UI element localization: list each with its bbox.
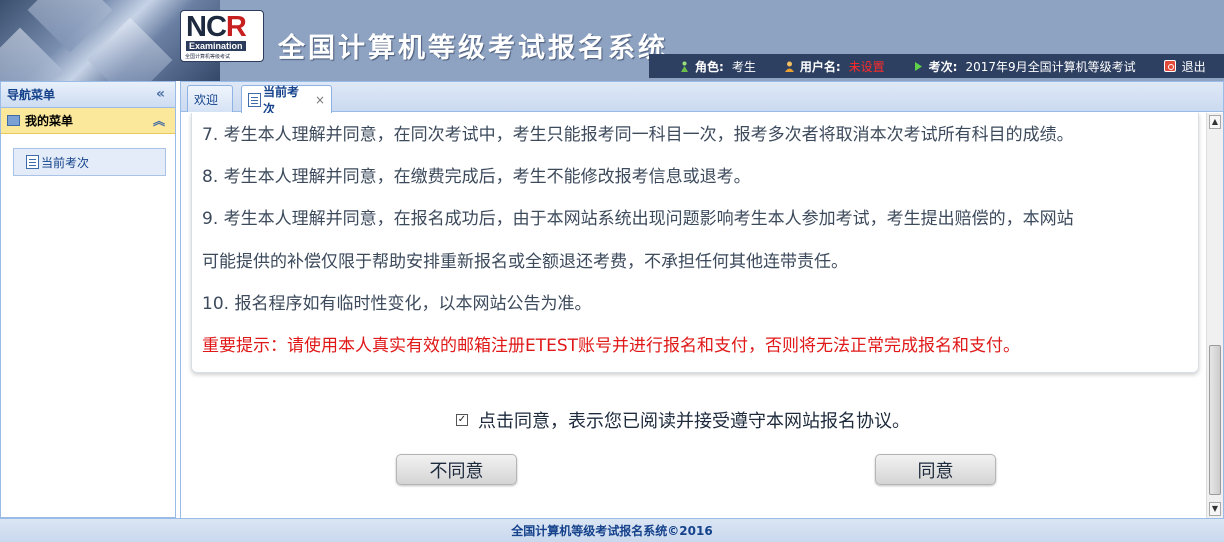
tab-label: 当前考次	[262, 84, 299, 116]
role-info: 角色: 考生	[679, 58, 756, 75]
agreement-line: 9. 考生本人理解并同意，在报名成功后，由于本网站系统出现问题影响考生本人参加考…	[202, 209, 1074, 229]
chevron-up-icon[interactable]: ︽	[153, 112, 165, 129]
nav-title: 导航菜单	[7, 88, 56, 102]
sidebar-item-current-exam[interactable]: 当前考次	[13, 148, 166, 176]
logo-text: NCR	[186, 11, 247, 43]
ncre-logo: NCR Examination 全国计算机等级考试	[180, 10, 264, 62]
role-value: 考生	[731, 59, 756, 74]
logout-label: 退出	[1181, 59, 1206, 74]
tab-strip: 欢迎 当前考次 ×	[181, 82, 1223, 116]
main-panel: 欢迎 当前考次 × 7. 考生本人理解并同意，在同次考试中，考生只能报考同一科目…	[180, 81, 1224, 518]
logout-link[interactable]: 退出	[1163, 58, 1206, 75]
user-icon	[784, 61, 794, 72]
system-title: 全国计算机等级考试报名系统	[278, 33, 668, 64]
disagree-button[interactable]: 不同意	[396, 454, 517, 485]
agreement-line: 可能提供的补偿仅限于帮助安排重新报名或全额退还考费，不承担任何其他连带责任。	[202, 252, 848, 272]
tab-current-exam[interactable]: 当前考次 ×	[241, 85, 332, 116]
agree-confirm-row: ✓ 点击同意，表示您已阅读并接受遵守本网站报名协议。	[456, 407, 910, 433]
document-icon	[26, 155, 39, 169]
content-scrollbar[interactable]: ▲ ▼	[1206, 113, 1223, 518]
app-header: NCR Examination 全国计算机等级考试 全国计算机等级考试报名系统 …	[0, 0, 1224, 81]
important-notice: 重要提示：请使用本人真实有效的邮箱注册ETEST账号并进行报名和支付，否则将无法…	[202, 336, 1021, 356]
close-icon[interactable]: ×	[315, 93, 325, 107]
document-icon	[248, 92, 261, 107]
collapse-left-icon[interactable]: «	[156, 86, 165, 102]
monitor-icon	[7, 115, 20, 126]
agreement-line: 10. 报名程序如有临时性变化，以本网站公告为准。	[202, 294, 592, 314]
nav-panel: 导航菜单 « 我的菜单 ︽ 当前考次	[0, 81, 176, 518]
exam-value: 2017年9月全国计算机等级考试	[965, 59, 1136, 74]
role-label: 角色:	[695, 59, 724, 74]
agreement-line: 8. 考生本人理解并同意，在缴费完成后，考生不能修改报考信息或退考。	[202, 167, 751, 187]
tab-label: 欢迎	[194, 92, 219, 107]
username-value: 未设置	[848, 59, 885, 74]
agree-confirm-text: 点击同意，表示您已阅读并接受遵守本网站报名协议。	[478, 411, 910, 432]
role-icon	[681, 61, 688, 72]
sidebar-item-label: 当前考次	[41, 155, 90, 170]
agreement-box: 7. 考生本人理解并同意，在同次考试中，考生只能报考同一科目一次，报考多次者将取…	[191, 113, 1199, 373]
user-info-bar: 角色: 考生 用户名: 未设置 考次: 2017年9月全国计算机等级考试 退出	[649, 54, 1224, 78]
username-label: 用户名:	[799, 59, 841, 74]
nav-group-label: 我的菜单	[25, 114, 74, 128]
nav-header: 导航菜单 «	[1, 82, 175, 108]
footer-text: 全国计算机等级考试报名系统©2016	[511, 524, 713, 538]
agreement-line: 7. 考生本人理解并同意，在同次考试中，考生只能报考同一科目一次，报考多次者将取…	[202, 125, 1074, 145]
scroll-thumb[interactable]	[1209, 345, 1221, 495]
agree-checkbox[interactable]: ✓	[456, 414, 468, 426]
username-info: 用户名: 未设置	[784, 58, 885, 75]
scroll-up-arrow-icon[interactable]: ▲	[1209, 115, 1221, 129]
exam-info: 考次: 2017年9月全国计算机等级考试	[913, 58, 1136, 75]
scroll-down-arrow-icon[interactable]: ▼	[1209, 502, 1221, 516]
logo-tiny-text: 全国计算机等级考试	[185, 54, 231, 60]
logo-subtext: Examination	[186, 41, 246, 51]
tab-welcome[interactable]: 欢迎	[187, 85, 233, 112]
play-arrow-icon	[914, 61, 922, 71]
exam-label: 考次:	[928, 59, 958, 74]
logout-icon	[1163, 60, 1176, 72]
nav-group-my-menu[interactable]: 我的菜单 ︽	[1, 108, 175, 134]
agree-button[interactable]: 同意	[875, 454, 996, 485]
agreement-content: 7. 考生本人理解并同意，在同次考试中，考生只能报考同一科目一次，报考多次者将取…	[181, 113, 1207, 518]
app-footer: 全国计算机等级考试报名系统©2016	[0, 518, 1224, 542]
